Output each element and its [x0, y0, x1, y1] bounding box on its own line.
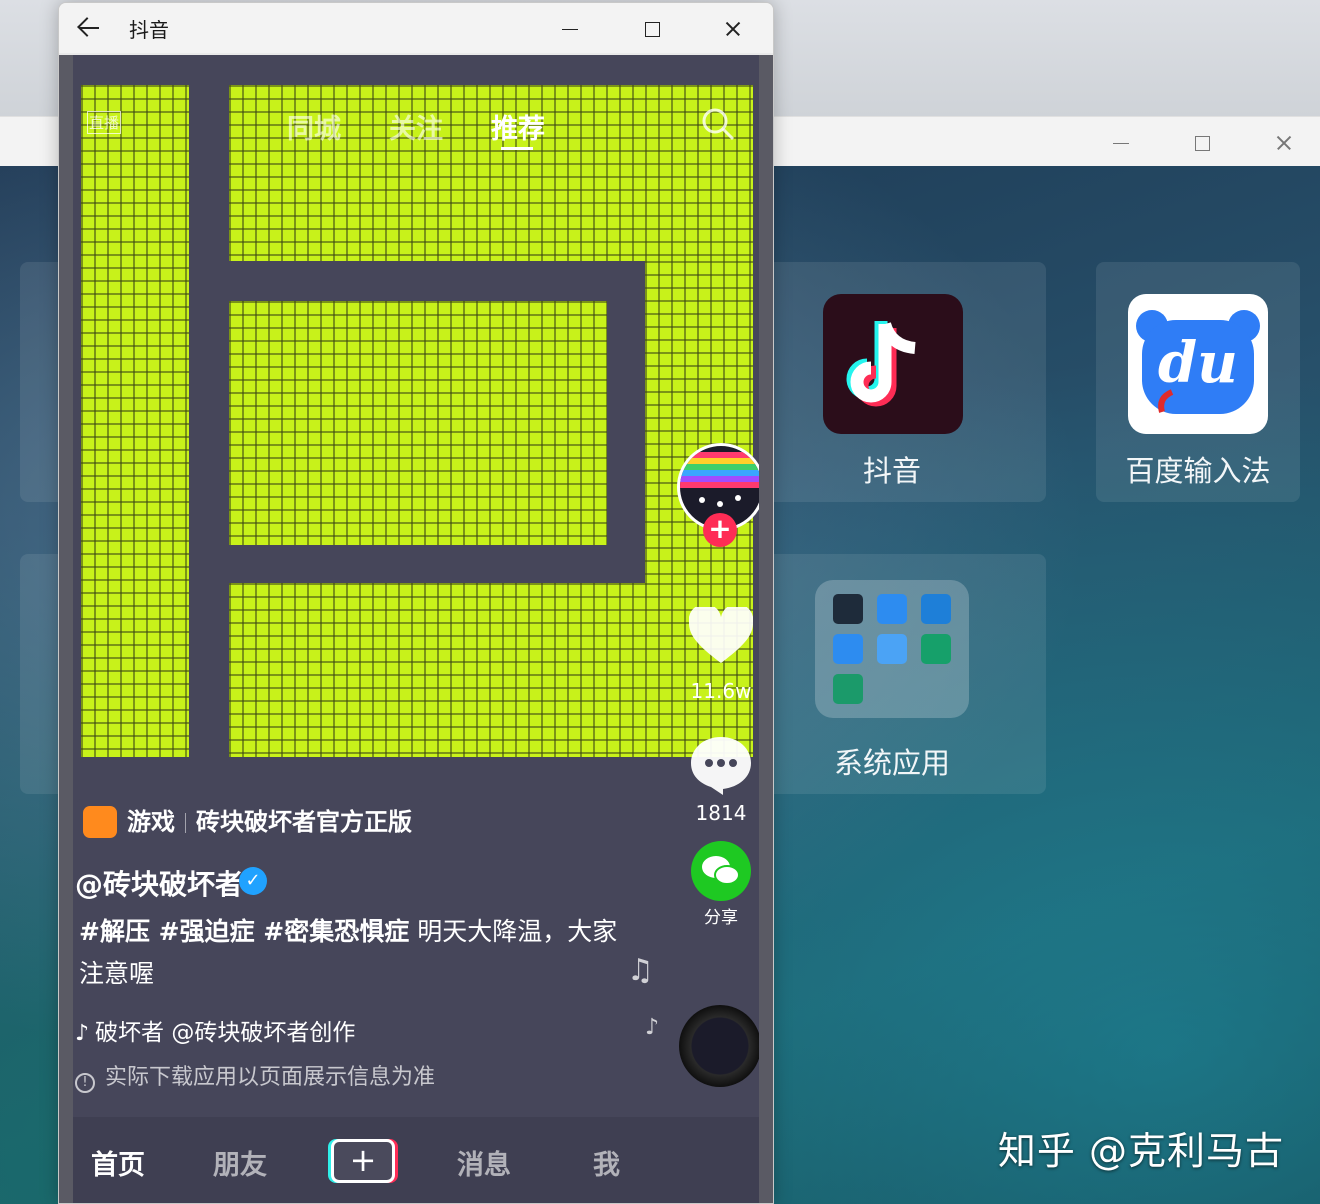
minimize-button[interactable]	[559, 17, 583, 41]
files-icon	[877, 594, 907, 624]
info-icon: !	[75, 1073, 95, 1093]
baidu-input-icon: du	[1128, 294, 1268, 434]
hashtags[interactable]: #解压 #强迫症 #密集恐惧症	[79, 917, 409, 946]
game-name: 砖块破坏者官方正版	[196, 808, 412, 836]
android-icon	[833, 674, 863, 704]
tab-following[interactable]: 关注	[389, 107, 443, 146]
wechat-share-icon[interactable]	[691, 841, 751, 901]
download-notice: ! 实际下载应用以页面展示信息为准	[75, 1059, 435, 1093]
tab-local[interactable]: 同城	[287, 107, 341, 146]
music-title: 破坏者 @砖块破坏者创作	[95, 1020, 356, 1046]
game-tag[interactable]: 游戏 砖块破坏者官方正版	[77, 798, 422, 846]
heart-icon[interactable]	[688, 603, 754, 665]
verified-icon: ✓	[239, 867, 267, 895]
brick-block	[229, 301, 607, 545]
author-name[interactable]: @砖块破坏者	[75, 863, 243, 903]
nav-home[interactable]: 首页	[91, 1143, 145, 1182]
music-note-icon: ♫	[627, 953, 654, 988]
watermark: 知乎 @克利马古	[997, 1129, 1284, 1173]
music-info[interactable]: ♪ 破坏者 @砖块破坏者创作	[75, 1013, 355, 1047]
camera-icon	[833, 634, 863, 664]
music-note-icon: ♪	[645, 1015, 660, 1040]
contacts-icon	[921, 594, 951, 624]
minimize-button[interactable]	[1110, 131, 1134, 155]
brick-block	[81, 85, 189, 757]
gallery-icon	[877, 634, 907, 664]
follow-button[interactable]: +	[703, 513, 737, 547]
active-tab-indicator	[501, 147, 533, 150]
douyin-icon	[823, 294, 963, 434]
app-label: 系统应用	[833, 746, 950, 780]
gamepad-icon	[83, 806, 117, 838]
window-titlebar: 抖音	[59, 3, 773, 53]
app-label: 百度输入法	[1125, 454, 1271, 488]
bottom-navigation: 首页 朋友 + 消息 我	[73, 1117, 759, 1203]
search-icon[interactable]	[701, 107, 735, 141]
share-label: 分享	[704, 908, 738, 928]
maximize-button[interactable]	[640, 17, 664, 41]
app-card-douyin[interactable]: 抖音	[738, 262, 1046, 502]
separator	[185, 813, 186, 833]
screen-border	[59, 55, 73, 1203]
maximize-button[interactable]	[1190, 131, 1214, 155]
create-button[interactable]: +	[331, 1139, 395, 1183]
settings-icon	[921, 634, 951, 664]
close-button[interactable]	[721, 17, 745, 41]
douyin-small-icon: ♪	[75, 1021, 90, 1046]
screen-border	[759, 55, 773, 1203]
comment-icon[interactable]	[689, 735, 753, 795]
live-label: 直播	[87, 111, 121, 134]
live-icon[interactable]: 直播	[85, 107, 121, 141]
terminal-icon	[833, 594, 863, 624]
nav-messages[interactable]: 消息	[457, 1143, 511, 1182]
app-card-baidu-input[interactable]: du 百度输入法	[1096, 262, 1300, 502]
brick-block	[229, 583, 753, 757]
brick-block	[645, 261, 753, 587]
app-label: 抖音	[862, 454, 921, 488]
window-title: 抖音	[129, 18, 169, 42]
like-count: 11.6w	[690, 679, 752, 703]
notice-text: 实际下载应用以页面展示信息为准	[105, 1065, 436, 1090]
back-arrow-icon[interactable]	[75, 15, 103, 41]
tab-recommended[interactable]: 推荐	[491, 107, 545, 146]
system-apps-folder-icon	[815, 580, 969, 718]
video-feed[interactable]: 直播 同城 关注 推荐 + 11.6w 1814 分享 游戏 砖块破坏者官方正版…	[73, 55, 759, 1203]
video-description: #解压 #强迫症 #密集恐惧症 明天大降温，大家注意喔	[79, 911, 619, 995]
baidu-icon-text: du	[1158, 330, 1238, 396]
close-button[interactable]	[1272, 131, 1296, 155]
game-category: 游戏	[127, 808, 175, 836]
nav-friends[interactable]: 朋友	[213, 1143, 267, 1182]
nav-me[interactable]: 我	[593, 1143, 620, 1182]
comment-count: 1814	[695, 801, 747, 825]
music-disc-icon[interactable]	[679, 1005, 759, 1087]
douyin-window: 抖音 直播 同城 关注 推荐 + 11.6w 1814 分享 游戏 砖块破坏者官…	[58, 2, 774, 1204]
